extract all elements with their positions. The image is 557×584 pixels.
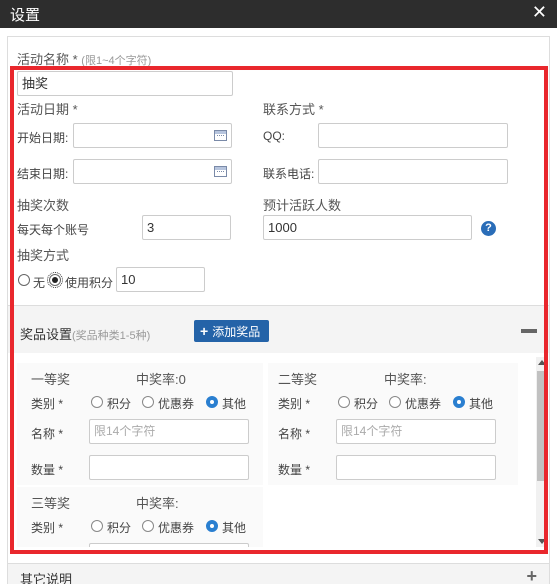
plus-icon[interactable]: + (526, 566, 537, 584)
category-points-radio[interactable] (91, 396, 103, 408)
prize-card: 一等奖 中奖率:0 类别 * 积分 优惠券 其他 名称 * 限14个字符 数量 … (17, 363, 263, 485)
prize-card: 三等奖 中奖率: 类别 * 积分 优惠券 其他 名称 * 限14个字符 (17, 487, 263, 547)
add-prize-label: 添加奖品 (212, 325, 261, 339)
qq-input[interactable] (318, 123, 508, 148)
other-section-title: 其它说明 (20, 572, 73, 584)
per-day-label: 每天每个账号 (17, 223, 90, 237)
help-icon[interactable]: ? (481, 221, 496, 236)
prize-title: 二等奖 (278, 372, 318, 387)
prize-qty-label: 数量 * (278, 463, 311, 477)
category-label: 类别 * (31, 521, 64, 535)
category-points-radio[interactable] (338, 396, 350, 408)
prize-title: 一等奖 (31, 372, 71, 387)
prize-qty-label: 数量 * (31, 463, 64, 477)
per-day-input[interactable]: 3 (142, 215, 231, 240)
activity-name-label: 活动名称 * (限1~4个字符) (17, 52, 152, 67)
add-prize-button[interactable]: + 添加奖品 (194, 320, 269, 342)
draw-mode-label: 抽奖方式 (17, 248, 70, 263)
active-users-label: 预计活跃人数 (263, 198, 342, 213)
prize-qty-input[interactable] (336, 455, 496, 480)
prize-section-hint: (奖品种类1-5种) (72, 330, 151, 342)
plus-icon: + (200, 323, 209, 339)
category-other-radio[interactable] (206, 520, 218, 532)
scroll-up-icon[interactable] (538, 360, 546, 365)
dialog-title: 设置 (10, 7, 41, 24)
start-date-label: 开始日期: (17, 131, 69, 145)
category-other-label: 其他 (469, 397, 494, 411)
prize-name-label: 名称 * (278, 427, 311, 441)
active-users-input[interactable]: 1000 (263, 215, 472, 240)
category-coupon-label: 优惠券 (158, 397, 195, 411)
prize-rate: 中奖率: (136, 496, 179, 511)
category-coupon-label: 优惠券 (405, 397, 442, 411)
prize-list: 一等奖 中奖率:0 类别 * 积分 优惠券 其他 名称 * 限14个字符 数量 … (8, 353, 549, 547)
category-coupon-radio[interactable] (142, 520, 154, 532)
end-date-input[interactable] (73, 159, 232, 184)
activity-name-hint: (限1~4个字符) (81, 55, 152, 67)
prize-rate: 中奖率: (384, 372, 427, 387)
qq-label: QQ: (263, 129, 286, 143)
prize-section-title: 奖品设置(奖品种类1-5种) (20, 327, 151, 342)
prize-name-input[interactable]: 限14个字符 (89, 419, 249, 444)
category-other-radio[interactable] (206, 396, 218, 408)
prize-card: 二等奖 中奖率: 类别 * 积分 优惠券 其他 名称 * 限14个字符 数量 * (268, 363, 518, 485)
category-points-label: 积分 (354, 397, 379, 411)
settings-panel: 活动名称 * (限1~4个字符) 抽奖 活动日期 * 开始日期: 结束日期: 联… (7, 36, 550, 584)
prize-name-input[interactable]: 限14个字符 (336, 419, 496, 444)
contact-label: 联系方式 * (263, 102, 324, 117)
scroll-down-icon[interactable] (538, 539, 546, 544)
activity-name-input[interactable]: 抽奖 (17, 71, 233, 96)
phone-input[interactable] (318, 159, 508, 184)
category-coupon-label: 优惠券 (158, 521, 195, 535)
calendar-icon[interactable] (214, 130, 227, 141)
dialog-titlebar: 设置 ✕ (0, 0, 557, 28)
close-icon[interactable]: ✕ (532, 2, 547, 23)
end-date-label: 结束日期: (17, 167, 69, 181)
category-points-label: 积分 (107, 397, 132, 411)
points-input[interactable]: 10 (116, 267, 205, 292)
prize-rate: 中奖率:0 (136, 372, 186, 387)
prize-name-label: 名称 * (31, 427, 64, 441)
prize-section-header: 奖品设置(奖品种类1-5种) + 添加奖品 (8, 305, 549, 353)
prize-name-input[interactable]: 限14个字符 (89, 543, 249, 547)
minus-icon[interactable] (521, 329, 537, 333)
prize-list-scrollbar[interactable] (536, 357, 548, 547)
scrollbar-thumb[interactable] (537, 371, 547, 481)
category-points-radio[interactable] (91, 520, 103, 532)
phone-label: 联系电话: (263, 167, 315, 181)
mode-none-radio[interactable] (18, 274, 30, 286)
category-other-label: 其他 (222, 397, 247, 411)
mode-points-label: 使用积分 (65, 276, 114, 290)
category-label: 类别 * (278, 397, 311, 411)
mode-none-label: 无 (33, 276, 46, 290)
other-section-header[interactable]: 其它说明 + (8, 563, 549, 584)
prize-title: 三等奖 (31, 496, 71, 511)
category-points-label: 积分 (107, 521, 132, 535)
calendar-icon[interactable] (214, 166, 227, 177)
category-other-radio[interactable] (453, 396, 465, 408)
category-label: 类别 * (31, 397, 64, 411)
category-coupon-radio[interactable] (389, 396, 401, 408)
start-date-input[interactable] (73, 123, 232, 148)
draws-label: 抽奖次数 (17, 198, 70, 213)
mode-points-radio[interactable] (47, 272, 63, 288)
activity-date-label: 活动日期 * (17, 102, 78, 117)
category-other-label: 其他 (222, 521, 247, 535)
category-coupon-radio[interactable] (142, 396, 154, 408)
prize-qty-input[interactable] (89, 455, 249, 480)
